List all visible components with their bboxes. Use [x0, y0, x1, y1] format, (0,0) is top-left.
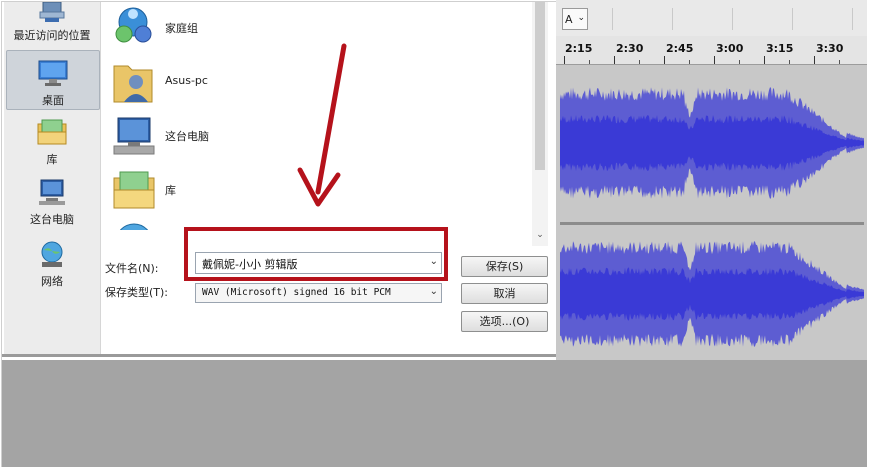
places-bar: 最近访问的位置 桌面 库 这台电脑 网络	[4, 2, 101, 354]
file-list-scrollbar[interactable]: ⌄	[532, 2, 548, 246]
audio-toolbar: A ⌄	[556, 0, 867, 36]
place-desktop[interactable]: 桌面	[6, 50, 100, 110]
cancel-button[interactable]: 取消	[461, 283, 548, 304]
chevron-down-icon[interactable]: ⌄	[430, 286, 438, 297]
place-network[interactable]: 网络	[6, 240, 98, 292]
place-label-recent: 最近访问的位置	[13, 29, 91, 42]
file-item-asus-pc[interactable]: Asus-pc	[110, 58, 410, 108]
this-pc-icon	[113, 117, 155, 155]
file-item-libraries[interactable]: 库	[110, 166, 410, 216]
filetype-value: WAV (Microsoft) signed 16 bit PCM	[202, 287, 391, 298]
file-name: Asus-pc	[165, 74, 208, 87]
file-name: 库	[165, 184, 176, 197]
this-pc-icon	[39, 179, 65, 205]
filename-label: 文件名(N):	[105, 262, 159, 275]
highlight-box	[184, 227, 448, 281]
save-button[interactable]: 保存(S)	[461, 256, 548, 277]
toolbar-dividers	[592, 8, 862, 30]
libraries-icon	[113, 171, 155, 209]
dialog-bottom-border	[2, 354, 556, 357]
homegroup-icon	[115, 7, 152, 43]
place-recent[interactable]: 最近访问的位置	[6, 2, 98, 44]
timeline-label: 2:45	[666, 42, 694, 55]
place-label-libraries: 库	[46, 153, 58, 166]
place-label-this-pc: 这台电脑	[30, 213, 74, 226]
timeline-label: 2:15	[565, 42, 593, 55]
network-icon	[41, 241, 63, 267]
waveform[interactable]	[556, 65, 867, 360]
red-arrow-icon	[297, 43, 347, 207]
chevron-down-icon[interactable]: ⌄	[577, 13, 585, 23]
timeline-ruler[interactable]: 2:15 2:30 2:45 3:00 3:15 3:30	[556, 36, 867, 65]
timeline-label: 3:00	[716, 42, 744, 55]
filetype-select[interactable]: WAV (Microsoft) signed 16 bit PCM ⌄	[195, 283, 442, 303]
file-item-this-pc[interactable]: 这台电脑	[110, 112, 410, 162]
file-name: 家庭组	[165, 22, 198, 35]
network-icon	[119, 223, 149, 230]
place-label-desktop: 桌面	[42, 94, 64, 107]
recent-places-icon	[39, 2, 65, 22]
timeline-label: 3:30	[816, 42, 844, 55]
libraries-icon	[37, 119, 67, 145]
timeline-label: 2:30	[616, 42, 644, 55]
file-item-homegroup[interactable]: 家庭组	[110, 4, 410, 54]
audio-editor: A ⌄ 2:15 2:30 2:45 3:00 3:15 3:30	[556, 0, 867, 360]
desktop-background	[2, 360, 867, 467]
track-selector-label: A	[565, 13, 573, 26]
scroll-down-arrow-icon[interactable]: ⌄	[535, 228, 545, 242]
track-selector[interactable]: A ⌄	[562, 8, 588, 30]
place-this-pc[interactable]: 这台电脑	[6, 178, 98, 230]
audio-tracks[interactable]	[556, 65, 867, 360]
filetype-label: 保存类型(T):	[105, 286, 169, 299]
desktop-icon	[38, 60, 68, 86]
user-folder-icon	[113, 65, 153, 103]
scrollbar-thumb[interactable]	[535, 2, 545, 170]
save-dialog: 最近访问的位置 桌面 库 这台电脑 网络 家庭组 Asus-pc 这台电脑 库 …	[2, 2, 556, 356]
place-label-network: 网络	[41, 275, 63, 288]
track-divider[interactable]	[560, 222, 864, 225]
file-name: 这台电脑	[165, 130, 209, 143]
options-button[interactable]: 选项...(O)	[461, 311, 548, 332]
place-libraries[interactable]: 库	[6, 118, 98, 168]
timeline-label: 3:15	[766, 42, 794, 55]
